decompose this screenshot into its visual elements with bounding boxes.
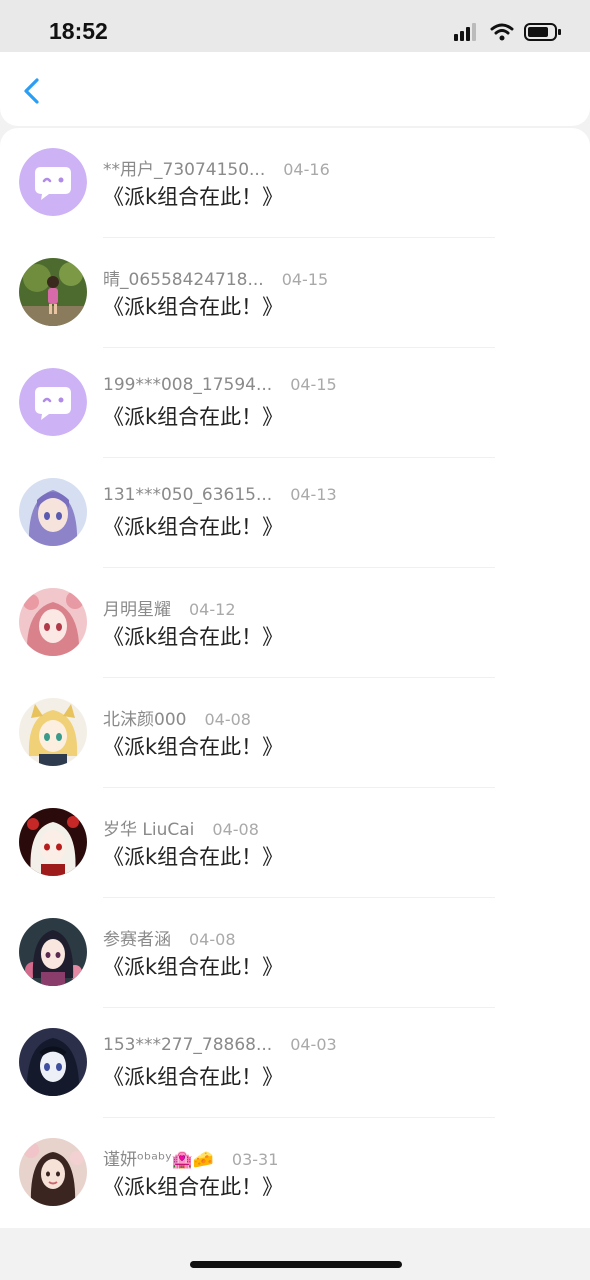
status-time: 18:52 [49, 18, 108, 44]
list-item[interactable]: 153***277_78868... 04-03 《派k组合在此！》 [0, 1008, 590, 1118]
item-message: 《派k组合在此！》 [103, 625, 284, 649]
wifi-icon [490, 23, 514, 41]
item-date: 04-08 [212, 820, 259, 839]
item-header: 月明星耀 04-12 [103, 595, 236, 620]
list-item[interactable]: 北沫颜000 04-08 《派k组合在此！》 [0, 678, 590, 788]
user-name: 谨妍ᵒᵇᵃᵇʸ🏩🧀 [103, 1150, 214, 1170]
list-item[interactable]: 131***050_63615... 04-13 《派k组合在此！》 [0, 458, 590, 568]
user-name: 199***008_17594... [103, 375, 273, 395]
item-date: 04-03 [290, 1035, 337, 1054]
default-avatar-icon [19, 368, 87, 436]
item-date: 04-12 [189, 600, 236, 619]
item-header: 199***008_17594... 04-15 [103, 375, 337, 395]
list-item[interactable]: 月明星耀 04-12 《派k组合在此！》 [0, 568, 590, 678]
item-message: 《派k组合在此！》 [103, 955, 284, 979]
user-name: 参赛者涵 [103, 930, 171, 950]
anime-avatar-icon [19, 1028, 87, 1096]
item-date: 04-15 [290, 375, 337, 394]
item-message: 《派k组合在此！》 [103, 735, 284, 759]
avatar[interactable] [19, 698, 87, 766]
back-button[interactable] [20, 74, 46, 108]
item-message: 《派k组合在此！》 [103, 1065, 284, 1089]
item-message: 《派k组合在此！》 [103, 185, 284, 209]
avatar[interactable] [19, 1028, 87, 1096]
item-message: 《派k组合在此！》 [103, 515, 284, 539]
anime-avatar-icon [19, 588, 87, 656]
user-name: 131***050_63615... [103, 485, 273, 505]
anime-avatar-icon [19, 698, 87, 766]
default-avatar-icon [19, 148, 87, 216]
list-item[interactable]: 晴_06558424718... 04-15 《派k组合在此！》 [0, 238, 590, 348]
avatar[interactable] [19, 148, 87, 216]
item-date: 04-13 [290, 485, 337, 504]
item-header: 谨妍ᵒᵇᵃᵇʸ🏩🧀 03-31 [103, 1145, 278, 1170]
nav-header [0, 52, 590, 126]
list-item[interactable]: 谨妍ᵒᵇᵃᵇʸ🏩🧀 03-31 《派k组合在此！》 [0, 1118, 590, 1228]
item-message: 《派k组合在此！》 [103, 405, 284, 429]
status-icons [454, 20, 562, 44]
avatar[interactable] [19, 588, 87, 656]
item-date: 04-08 [204, 710, 251, 729]
user-name: 岁华 LiuCai [103, 820, 195, 840]
item-date: 04-08 [189, 930, 236, 949]
anime-avatar-icon [19, 808, 87, 876]
list-item[interactable]: **用户_73074150... 04-16 《派k组合在此！》 [0, 128, 590, 238]
item-header: 北沫颜000 04-08 [103, 705, 251, 730]
anime-avatar-icon [19, 478, 87, 546]
chevron-left-icon [24, 78, 39, 104]
item-header: 参赛者涵 04-08 [103, 925, 236, 950]
item-header: **用户_73074150... 04-16 [103, 155, 330, 180]
cellular-signal-icon [454, 23, 476, 41]
avatar[interactable] [19, 258, 87, 326]
item-date: 03-31 [231, 1150, 279, 1169]
message-list: **用户_73074150... 04-16 《派k组合在此！》 晴_065584… [0, 128, 590, 1228]
user-name: **用户_73074150... [103, 160, 266, 180]
avatar[interactable] [19, 1138, 87, 1206]
photo-avatar-icon [19, 258, 87, 326]
item-header: 岁华 LiuCai 04-08 [103, 815, 259, 840]
user-name: 月明星耀 [103, 600, 171, 620]
list-item[interactable]: 参赛者涵 04-08 《派k组合在此！》 [0, 898, 590, 1008]
item-message: 《派k组合在此！》 [103, 845, 284, 869]
item-header: 153***277_78868... 04-03 [103, 1035, 337, 1055]
item-header: 131***050_63615... 04-13 [103, 485, 337, 505]
item-date: 04-15 [281, 270, 329, 289]
battery-icon [524, 23, 561, 41]
item-date: 04-16 [283, 160, 330, 179]
user-name: 晴_06558424718... [103, 270, 264, 290]
user-name: 153***277_78868... [103, 1035, 273, 1055]
avatar[interactable] [19, 368, 87, 436]
user-name: 北沫颜000 [103, 710, 187, 730]
avatar[interactable] [19, 478, 87, 546]
anime-avatar-icon [19, 918, 87, 986]
photo-avatar-icon [19, 1138, 87, 1206]
status-bar: 18:52 [0, 0, 590, 52]
list-item[interactable]: 199***008_17594... 04-15 《派k组合在此！》 [0, 348, 590, 458]
avatar[interactable] [19, 918, 87, 986]
item-message: 《派k组合在此！》 [103, 295, 284, 319]
avatar[interactable] [19, 808, 87, 876]
item-header: 晴_06558424718... 04-15 [103, 265, 328, 290]
list-item[interactable]: 岁华 LiuCai 04-08 《派k组合在此！》 [0, 788, 590, 898]
home-indicator[interactable] [190, 1261, 402, 1268]
item-message: 《派k组合在此！》 [103, 1175, 284, 1199]
